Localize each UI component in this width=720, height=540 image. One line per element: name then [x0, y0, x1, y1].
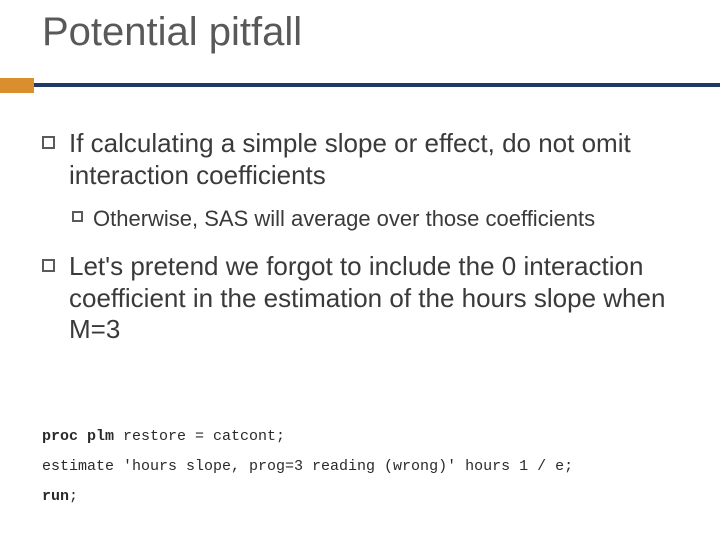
bullet-level1: Let's pretend we forgot to include the 0…: [42, 251, 682, 346]
code-text: ;: [69, 488, 78, 505]
bullet-text: Otherwise, SAS will average over those c…: [93, 205, 595, 233]
accent-bar: [0, 78, 34, 93]
slide-title: Potential pitfall: [42, 10, 302, 55]
code-line: estimate 'hours slope, prog=3 reading (w…: [42, 452, 682, 482]
bullet-level2: Otherwise, SAS will average over those c…: [72, 205, 682, 233]
code-text: restore = catcont;: [114, 428, 285, 445]
code-keyword: run: [42, 488, 69, 505]
divider-line: [34, 83, 720, 87]
bullet-text: If calculating a simple slope or effect,…: [69, 128, 682, 191]
slide: Potential pitfall If calculating a simpl…: [0, 0, 720, 540]
square-bullet-icon: [42, 259, 55, 272]
body-content: If calculating a simple slope or effect,…: [42, 128, 682, 360]
code-line: proc plm restore = catcont;: [42, 422, 682, 452]
bullet-text: Let's pretend we forgot to include the 0…: [69, 251, 682, 346]
square-bullet-icon: [72, 211, 83, 222]
square-bullet-icon: [42, 136, 55, 149]
bullet-level1: If calculating a simple slope or effect,…: [42, 128, 682, 191]
code-line: run;: [42, 482, 682, 512]
code-keyword: proc plm: [42, 428, 114, 445]
code-block: proc plm restore = catcont; estimate 'ho…: [42, 422, 682, 512]
